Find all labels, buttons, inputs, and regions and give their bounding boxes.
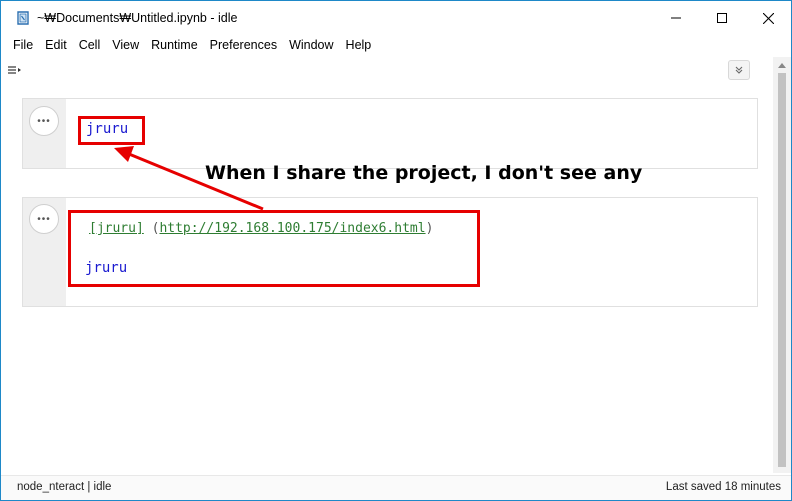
save-status: Last saved 18 minutes: [665, 481, 781, 493]
status-bar: node_nteract | idle Last saved 18 minute…: [1, 475, 791, 500]
kernel-status: node_nteract | idle: [17, 481, 112, 493]
annotation-text: When I share the project, I don't see an…: [205, 162, 643, 184]
annotation-arrow: [114, 146, 264, 211]
app-window: ~₩Documents₩Untitled.ipynb - idle File E…: [0, 0, 792, 501]
